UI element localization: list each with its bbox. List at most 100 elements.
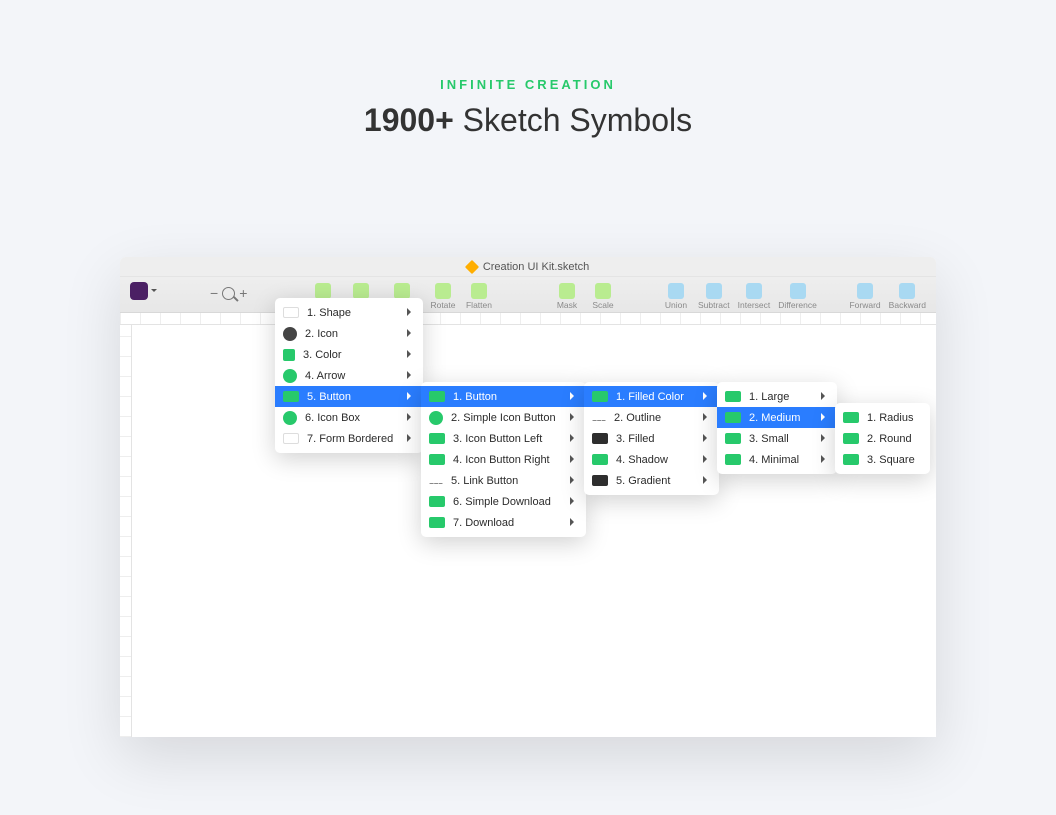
menu-item[interactable]: 7. Download bbox=[421, 512, 586, 533]
tool-difference[interactable]: Difference bbox=[778, 283, 817, 310]
pill-icon bbox=[429, 433, 445, 444]
menu-item[interactable]: 1. Button bbox=[421, 386, 586, 407]
outlines-icon bbox=[315, 283, 331, 299]
menu-item[interactable]: 1. Large bbox=[717, 386, 837, 407]
toolbar: − + OutlinesEditTransformRotateFlatten M… bbox=[120, 277, 936, 313]
pill-icon bbox=[725, 433, 741, 444]
menu-item-label: 6. Icon Box bbox=[305, 412, 360, 424]
pill-icon bbox=[429, 517, 445, 528]
menu-item[interactable]: 6. Simple Download bbox=[421, 491, 586, 512]
tool-union[interactable]: Union bbox=[662, 283, 690, 310]
pill-icon bbox=[429, 454, 445, 465]
menu-item-label: 4. Shadow bbox=[616, 454, 668, 466]
tool-label: Forward bbox=[849, 300, 880, 310]
chevron-right-icon bbox=[703, 455, 711, 463]
chevron-right-icon bbox=[407, 308, 415, 316]
zoom-group: − + bbox=[204, 286, 247, 300]
menu-item-label: 1. Large bbox=[749, 391, 789, 403]
pill-icon bbox=[843, 412, 859, 423]
menu-item-label: 6. Simple Download bbox=[453, 496, 551, 508]
tool-rotate[interactable]: Rotate bbox=[429, 283, 457, 310]
pill-icon bbox=[843, 454, 859, 465]
chevron-right-icon bbox=[570, 476, 578, 484]
tool-label: Scale bbox=[592, 300, 613, 310]
menu-item-label: 2. Medium bbox=[749, 412, 800, 424]
menu-item[interactable]: 5. Link Button bbox=[421, 470, 586, 491]
pill-icon bbox=[843, 433, 859, 444]
pill-icon bbox=[592, 391, 608, 402]
menu-item[interactable]: 2. Medium bbox=[717, 407, 837, 428]
flatten-icon bbox=[471, 283, 487, 299]
symbol-menu-level5: 1. Radius 2. Round 3. Square bbox=[835, 403, 930, 474]
tool-label: Flatten bbox=[466, 300, 492, 310]
menu-item[interactable]: 2. Outline bbox=[584, 407, 719, 428]
vertical-ruler bbox=[120, 325, 132, 737]
menu-item-label: 3. Small bbox=[749, 433, 789, 445]
zoom-out-button[interactable]: − bbox=[210, 286, 218, 300]
menu-item-label: 1. Filled Color bbox=[616, 391, 684, 403]
menu-item[interactable]: 3. Small bbox=[717, 428, 837, 449]
menu-item-label: 1. Button bbox=[453, 391, 497, 403]
pill-icon bbox=[283, 391, 299, 402]
menu-item[interactable]: 7. Form Bordered bbox=[275, 428, 423, 449]
menu-item[interactable]: 1. Filled Color bbox=[584, 386, 719, 407]
pill-icon bbox=[429, 496, 445, 507]
tool-label: Union bbox=[665, 300, 687, 310]
tool-scale[interactable]: Scale bbox=[589, 283, 617, 310]
tool-mask[interactable]: Mask bbox=[553, 283, 581, 310]
menu-item[interactable]: 2. Icon bbox=[275, 323, 423, 344]
menu-item[interactable]: 2. Simple Icon Button bbox=[421, 407, 586, 428]
menu-item[interactable]: 3. Icon Button Left bbox=[421, 428, 586, 449]
menu-item[interactable]: 3. Filled bbox=[584, 428, 719, 449]
tool-forward[interactable]: Forward bbox=[849, 283, 880, 310]
menu-item[interactable]: 4. Arrow bbox=[275, 365, 423, 386]
scale-icon bbox=[595, 283, 611, 299]
menu-item-label: 7. Form Bordered bbox=[307, 433, 393, 445]
symbol-menu-level4: 1. Large 2. Medium 3. Small 4. Minimal bbox=[717, 382, 837, 474]
tool-group-boolean: Union Subtract Intersect Difference bbox=[662, 283, 817, 310]
tool-label: Intersect bbox=[738, 300, 771, 310]
dash-icon bbox=[429, 483, 443, 484]
circle-icon bbox=[283, 369, 297, 383]
menu-item[interactable]: 4. Minimal bbox=[717, 449, 837, 470]
zoom-in-button[interactable]: + bbox=[239, 286, 247, 300]
chevron-right-icon bbox=[570, 392, 578, 400]
menu-item[interactable]: 4. Shadow bbox=[584, 449, 719, 470]
square-icon bbox=[283, 349, 295, 361]
tool-subtract[interactable]: Subtract bbox=[698, 283, 730, 310]
menu-item[interactable]: 3. Color bbox=[275, 344, 423, 365]
blank-icon bbox=[283, 433, 299, 444]
headline-text: Sketch Symbols bbox=[454, 102, 692, 138]
menu-item[interactable]: 5. Gradient bbox=[584, 470, 719, 491]
mask-icon bbox=[559, 283, 575, 299]
sketch-window: Creation UI Kit.sketch − + OutlinesEditT… bbox=[120, 257, 936, 737]
headline-count: 1900+ bbox=[364, 102, 454, 138]
chevron-right-icon bbox=[407, 434, 415, 442]
union-icon bbox=[668, 283, 684, 299]
chevron-right-icon bbox=[703, 392, 711, 400]
tool-label: Subtract bbox=[698, 300, 730, 310]
window-title: Creation UI Kit.sketch bbox=[483, 261, 589, 273]
menu-item[interactable]: 3. Square bbox=[835, 449, 930, 470]
tool-flatten[interactable]: Flatten bbox=[465, 283, 493, 310]
tool-label: Mask bbox=[557, 300, 577, 310]
menu-item[interactable]: 1. Shape bbox=[275, 302, 423, 323]
chevron-right-icon bbox=[407, 350, 415, 358]
menu-item[interactable]: 4. Icon Button Right bbox=[421, 449, 586, 470]
menu-item[interactable]: 5. Button bbox=[275, 386, 423, 407]
menu-item[interactable]: 1. Radius bbox=[835, 407, 930, 428]
insert-button[interactable] bbox=[130, 282, 148, 300]
menu-item-label: 4. Icon Button Right bbox=[453, 454, 550, 466]
chevron-right-icon bbox=[407, 392, 415, 400]
intersect-icon bbox=[746, 283, 762, 299]
pill-icon bbox=[725, 454, 741, 465]
menu-item-label: 3. Square bbox=[867, 454, 915, 466]
menu-item[interactable]: 2. Round bbox=[835, 428, 930, 449]
menu-item-label: 2. Round bbox=[867, 433, 912, 445]
menu-item[interactable]: 6. Icon Box bbox=[275, 407, 423, 428]
tool-intersect[interactable]: Intersect bbox=[738, 283, 771, 310]
tool-group-mask: Mask Scale bbox=[553, 283, 617, 310]
menu-item-label: 2. Outline bbox=[614, 412, 661, 424]
tool-backward[interactable]: Backward bbox=[889, 283, 926, 310]
tool-label: Rotate bbox=[430, 300, 455, 310]
